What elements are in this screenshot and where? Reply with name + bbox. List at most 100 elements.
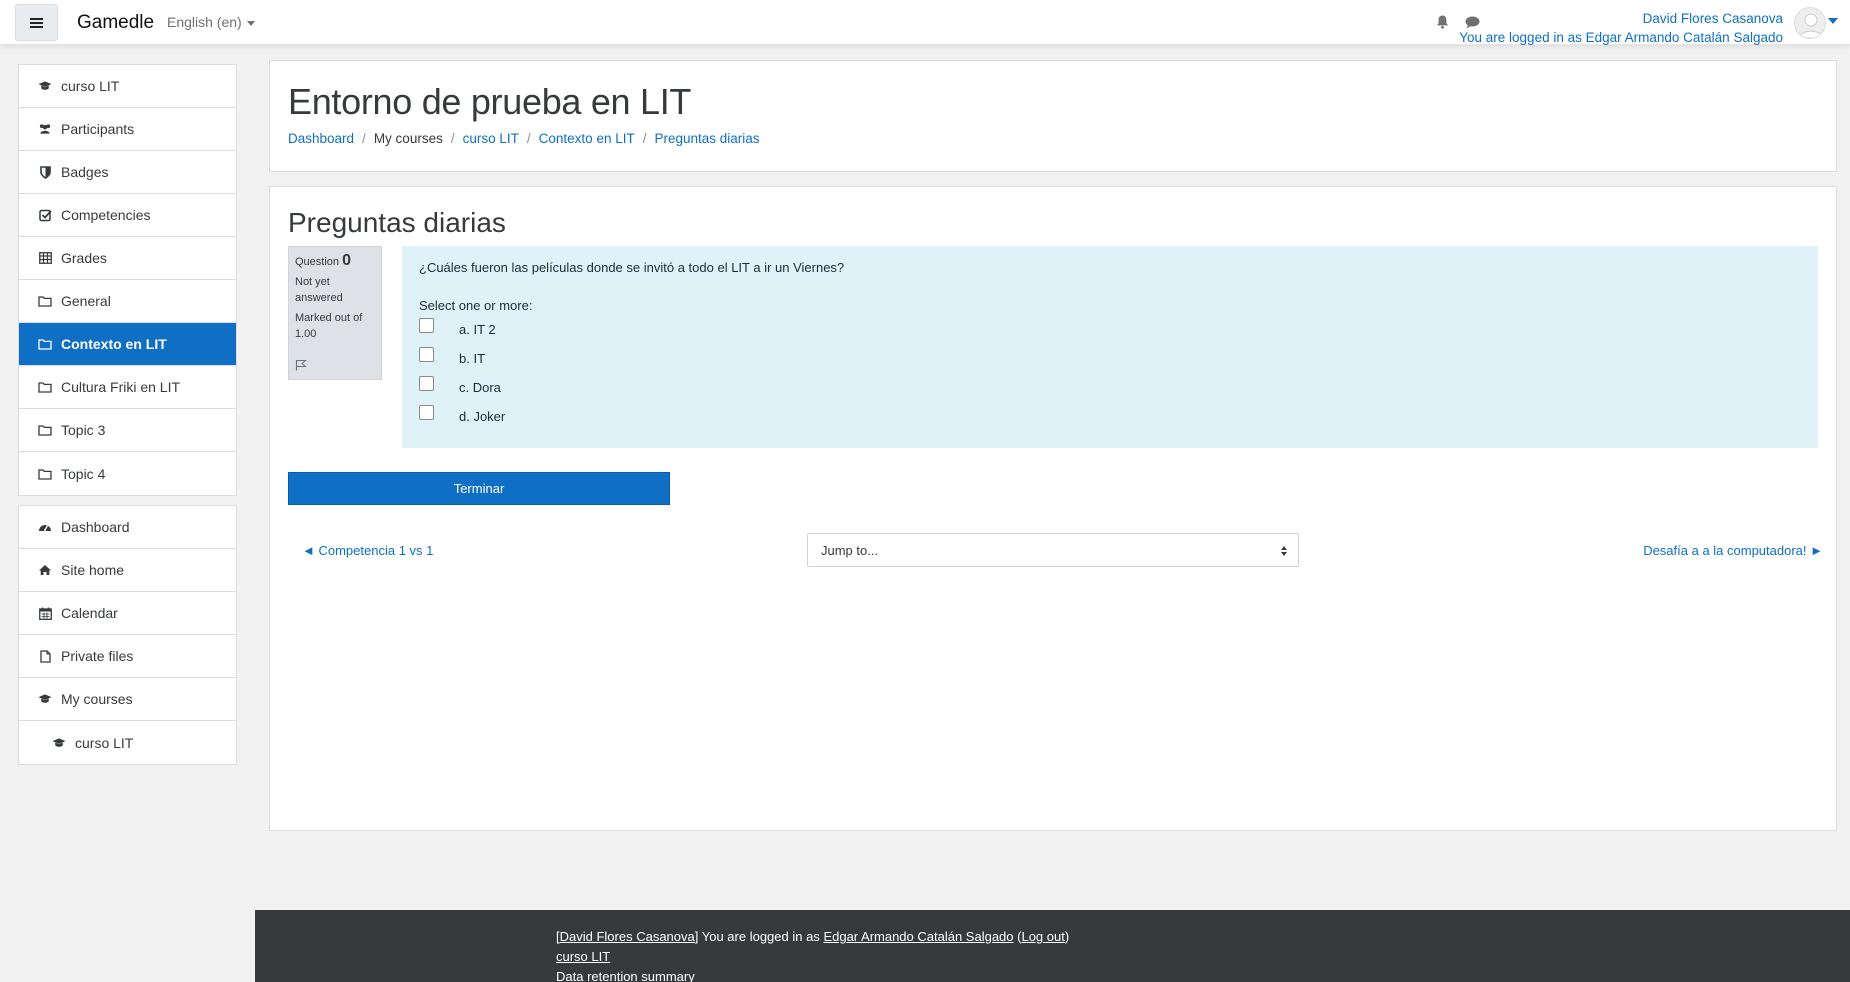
breadcrumb-separator: / <box>642 131 647 146</box>
sidebar-item-label: Badges <box>61 164 109 180</box>
answer-label[interactable]: c. Dora <box>459 380 501 395</box>
nav-drawer-toggle-button[interactable] <box>15 4 58 41</box>
folder-icon <box>38 423 52 437</box>
footer-logout-link[interactable]: Log out <box>1021 929 1064 944</box>
graduation-cap-icon <box>38 79 52 93</box>
sidebar-item-label: Cultura Friki en LIT <box>61 379 181 395</box>
question-status: Not yet answered <box>295 276 343 304</box>
sidebar-item-label: Contexto en LIT <box>61 336 167 352</box>
sidebar-item-calendar[interactable]: Calendar <box>19 592 236 635</box>
footer-data-retention-link[interactable]: Data retention summary <box>556 969 695 982</box>
user-menu[interactable]: David Flores Casanova You are logged in … <box>1459 9 1783 47</box>
sidebar-item-topic-3[interactable]: Topic 3 <box>19 409 236 452</box>
jump-to-value: Jump to... <box>821 542 879 558</box>
avatar[interactable] <box>1794 7 1826 39</box>
table-icon <box>38 251 52 265</box>
answer-checkbox[interactable] <box>419 347 434 362</box>
footer-logged-text: You are logged in as <box>698 929 824 944</box>
footer-user-link[interactable]: David Flores Casanova <box>560 929 695 944</box>
language-menu[interactable]: English (en) <box>167 14 255 30</box>
sidebar-item-badges[interactable]: Badges <box>19 151 236 194</box>
breadcrumb-separator: / <box>450 131 455 146</box>
top-navbar: Gamedle English (en) David Flores Casano… <box>0 0 1850 45</box>
previous-activity-link[interactable]: ◄ Competencia 1 vs 1 <box>302 543 433 558</box>
graduation-cap-icon <box>38 692 52 706</box>
folder-icon <box>38 380 52 394</box>
answer-prompt: Select one or more: <box>419 298 533 313</box>
sidebar-item-private-files[interactable]: Private files <box>19 635 236 678</box>
sidebar-item-competencies[interactable]: Competencies <box>19 194 236 237</box>
sidebar-item-label: Topic 3 <box>61 422 106 438</box>
jump-to-select[interactable]: Jump to... <box>807 533 1299 567</box>
page-footer: [David Flores Casanova] You are logged i… <box>255 910 1850 982</box>
home-icon <box>38 563 52 577</box>
answer-label[interactable]: a. IT 2 <box>459 322 496 337</box>
folder-icon <box>38 337 52 351</box>
sidebar-item-label: curso LIT <box>75 734 134 751</box>
footer-course-link[interactable]: curso LIT <box>556 949 610 964</box>
question-content: ¿Cuáles fueron las películas donde se in… <box>402 246 1818 448</box>
footer-logged-user-link[interactable]: Edgar Armando Catalán Salgado <box>823 929 1013 944</box>
select-arrows-icon <box>1281 545 1287 557</box>
user-name[interactable]: David Flores Casanova <box>1459 9 1783 28</box>
answer-option[interactable]: d. Joker <box>419 402 1801 431</box>
site-brand[interactable]: Gamedle <box>77 12 154 34</box>
breadcrumb-preguntas-diarias[interactable]: Preguntas diarias <box>654 131 759 146</box>
sidebar-item-label: Competencies <box>61 207 151 223</box>
finish-button[interactable]: Terminar <box>288 472 670 505</box>
dashboard-icon <box>38 520 52 534</box>
folder-icon <box>38 294 52 308</box>
sidebar-item-site-home[interactable]: Site home <box>19 549 236 592</box>
page-title: Entorno de prueba en LIT <box>288 81 692 122</box>
question-text: ¿Cuáles fueron las películas donde se in… <box>419 260 845 275</box>
quiz-title: Preguntas diarias <box>288 207 506 238</box>
sidebar-item-label: curso LIT <box>61 78 120 94</box>
answer-checkbox[interactable] <box>419 405 434 420</box>
question-marks: Marked out of 1.00 <box>295 312 363 340</box>
language-label: English (en) <box>167 14 242 30</box>
answer-option[interactable]: a. IT 2 <box>419 315 1801 344</box>
breadcrumb-contexto-en-lit[interactable]: Contexto en LIT <box>539 131 635 146</box>
answer-label[interactable]: b. IT <box>459 351 485 366</box>
sidebar-item-label: Site home <box>61 562 125 578</box>
calendar-icon <box>38 606 52 620</box>
nav-drawer: curso LIT Participants Badges Competenci… <box>0 45 255 982</box>
question-info-box: Question 0 Not yet answered Marked out o… <box>288 246 382 380</box>
bell-icon[interactable] <box>1434 14 1450 30</box>
next-activity-link[interactable]: Desafía a a la computadora! ► <box>1643 543 1823 558</box>
answer-label[interactable]: d. Joker <box>459 409 505 424</box>
sidebar-item-participants[interactable]: Participants <box>19 108 236 151</box>
sidebar-item-label: General <box>61 293 111 309</box>
site-nav-group: Dashboard Site home Calendar Private fil… <box>18 505 237 765</box>
flag-question-icon[interactable] <box>295 359 307 371</box>
sidebar-item-my-courses[interactable]: My courses <box>19 678 236 721</box>
sidebar-item-topic-4[interactable]: Topic 4 <box>19 452 236 495</box>
answer-checkbox[interactable] <box>419 318 434 333</box>
folder-icon <box>38 467 52 481</box>
sidebar-item-grades[interactable]: Grades <box>19 237 236 280</box>
answer-option[interactable]: b. IT <box>419 344 1801 373</box>
sidebar-item-label: Topic 4 <box>61 465 106 482</box>
user-menu-caret-icon[interactable] <box>1828 18 1838 24</box>
answer-checkbox[interactable] <box>419 376 434 391</box>
course-nav-group: curso LIT Participants Badges Competenci… <box>18 64 237 496</box>
hamburger-icon <box>30 17 43 28</box>
sidebar-item-dashboard[interactable]: Dashboard <box>19 506 236 549</box>
quiz-region: Preguntas diarias Question 0 Not yet ans… <box>269 186 1837 831</box>
sidebar-item-label: My courses <box>61 691 133 707</box>
breadcrumb-my-courses: My courses <box>373 131 443 146</box>
sidebar-item-curso-lit[interactable]: curso LIT <box>19 65 236 108</box>
sidebar-item-general[interactable]: General <box>19 280 236 323</box>
sidebar-item-contexto-en-lit[interactable]: Contexto en LIT <box>19 323 236 366</box>
breadcrumb: Dashboard / My courses / curso LIT / Con… <box>288 131 760 146</box>
sidebar-item-my-course-curso-lit[interactable]: curso LIT <box>19 721 236 764</box>
breadcrumb-dashboard[interactable]: Dashboard <box>288 131 354 146</box>
question-number: 0 <box>342 252 351 269</box>
footer-login-info: [David Flores Casanova] You are logged i… <box>556 929 1070 944</box>
sidebar-item-cultura-friki-en-lit[interactable]: Cultura Friki en LIT <box>19 366 236 409</box>
answer-option[interactable]: c. Dora <box>419 373 1801 402</box>
caret-down-icon <box>246 20 255 26</box>
logged-in-as-text[interactable]: You are logged in as Edgar Armando Catal… <box>1459 28 1783 47</box>
breadcrumb-curso-lit[interactable]: curso LIT <box>463 131 519 146</box>
sidebar-item-label: Private files <box>61 648 134 664</box>
